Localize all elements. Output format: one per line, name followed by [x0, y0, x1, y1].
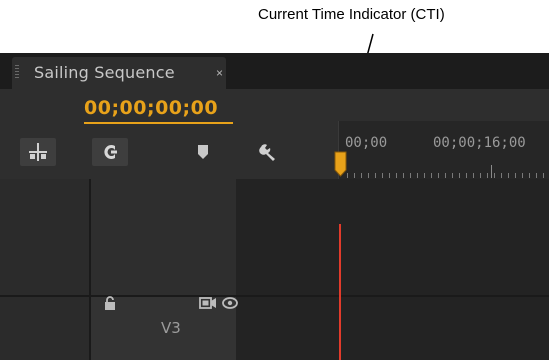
insert-edit-icon [29, 143, 47, 161]
panel-tab-bar: Sailing Sequence × [0, 53, 549, 89]
timecode-underline [84, 122, 233, 124]
ruler-label-16s: 00;00;16;00 [433, 135, 526, 151]
tab-sailing-sequence[interactable]: Sailing Sequence × [12, 57, 226, 89]
add-marker-button[interactable] [185, 138, 221, 166]
ruler-major-tick [491, 165, 492, 178]
cti-line[interactable] [339, 224, 341, 360]
timeline-settings-button[interactable] [250, 138, 286, 166]
snap-button[interactable] [92, 138, 128, 166]
track-area [0, 179, 549, 360]
ruler-label-start: 00;00 [345, 135, 388, 151]
track-divider[interactable] [0, 295, 549, 297]
timeline-panel: Sailing Sequence × 00;00;00;00 00;00 00;… [0, 53, 549, 360]
ruler-ticks [347, 173, 549, 178]
cti-annotation-label: Current Time Indicator (CTI) [258, 6, 445, 23]
playhead-timecode[interactable]: 00;00;00;00 [84, 97, 218, 119]
track-label-v3[interactable]: V3 [161, 319, 181, 337]
drag-grip-icon[interactable] [15, 65, 19, 79]
camera-toggle-icon[interactable] [199, 296, 217, 310]
track-targeting-column [0, 179, 91, 360]
add-marker-icon [198, 145, 208, 159]
close-icon[interactable]: × [216, 66, 223, 80]
tab-title: Sailing Sequence [34, 63, 175, 82]
timeline-toolbar: 00;00;00;00 00;00 00;00;16;00 [0, 89, 549, 179]
insert-edit-button[interactable] [20, 138, 56, 166]
eye-icon[interactable] [222, 297, 238, 309]
lock-icon[interactable] [104, 296, 116, 311]
cti-playhead-handle[interactable] [332, 149, 350, 179]
snap-icon [104, 145, 117, 159]
wrench-icon [259, 144, 275, 161]
time-ruler[interactable]: 00;00 00;00;16;00 [338, 121, 549, 179]
